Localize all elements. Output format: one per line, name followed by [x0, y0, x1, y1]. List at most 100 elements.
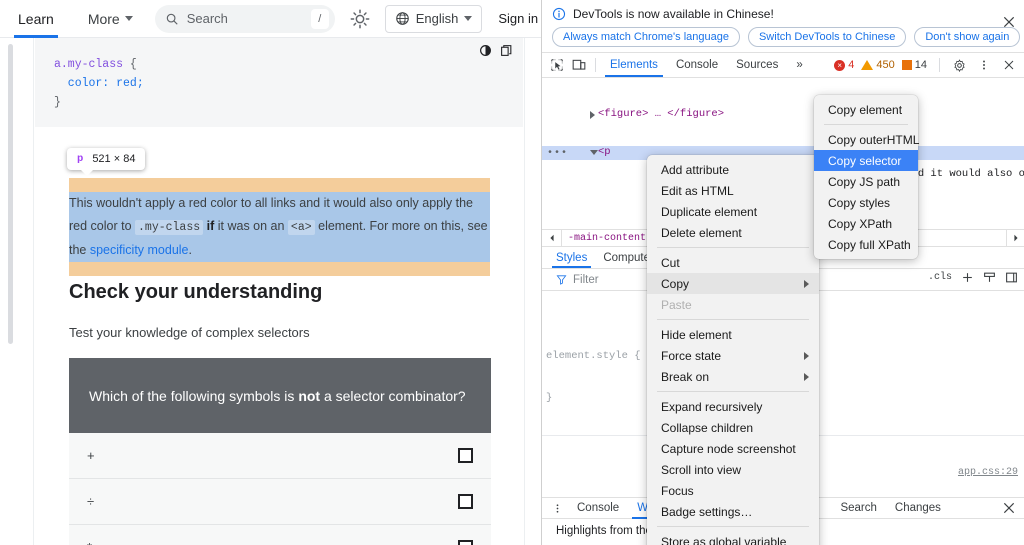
context-menu-item-delete-element[interactable]: Delete element [647, 222, 819, 243]
copy-icon[interactable] [500, 44, 513, 57]
nav-item-more[interactable]: More [88, 11, 133, 27]
collapse-triangle-icon[interactable] [590, 150, 598, 159]
menu-item-label: Delete element [661, 225, 742, 240]
menu-item-label: Force state [661, 348, 722, 363]
context-menu-item-add-attribute[interactable]: Add attribute [647, 159, 819, 180]
info-count[interactable]: 14 [901, 59, 927, 71]
context-menu-item-edit-as-html[interactable]: Edit as HTML [647, 180, 819, 201]
drawer-tab-search[interactable]: Search [831, 498, 885, 519]
close-drawer-icon[interactable] [1002, 501, 1016, 515]
breadcrumb-item[interactable]: -main-content [562, 233, 652, 244]
quiz-option-row[interactable]: + [69, 433, 491, 479]
context-menu-item-store-as-global-variable[interactable]: Store as global variable [647, 531, 819, 545]
tab-sources[interactable]: Sources [727, 53, 787, 77]
context-menu-item-capture-node-screenshot[interactable]: Capture node screenshot [647, 438, 819, 459]
more-options-icon[interactable] [973, 55, 995, 76]
computed-styles-sidebar-icon[interactable] [983, 271, 996, 284]
menu-item-label: Hide element [661, 327, 732, 342]
submenu-item-copy-xpath[interactable]: Copy XPath [814, 213, 918, 234]
dom-tree[interactable]: <figure> … </figure> <h3 id="compound_se… [542, 78, 1024, 163]
context-menu-item-badge-settings[interactable]: Badge settings… [647, 501, 819, 522]
dom-row-more-icon[interactable]: ••• [547, 147, 568, 161]
search-input[interactable]: Search / [154, 4, 335, 33]
dom-node-figure[interactable]: <figure> … </figure> [542, 108, 1024, 122]
banner-button-dont-show[interactable]: Don't show again [914, 27, 1021, 47]
tab-console[interactable]: Console [667, 53, 727, 77]
search-shortcut-key: / [310, 8, 329, 29]
tab-elements[interactable]: Elements [601, 53, 667, 77]
site-top-navigation: Learn More Search / English Sign in [0, 0, 541, 38]
quiz-option-checkbox[interactable] [458, 448, 473, 463]
breadcrumb-scroll-right-icon[interactable] [1006, 230, 1024, 246]
context-menu-item-duplicate-element[interactable]: Duplicate element [647, 201, 819, 222]
banner-button-match-language[interactable]: Always match Chrome's language [552, 27, 740, 47]
context-menu-item-scroll-into-view[interactable]: Scroll into view [647, 459, 819, 480]
close-icon[interactable] [1002, 15, 1016, 29]
quiz-option-row[interactable]: ÷ [69, 479, 491, 525]
language-selector[interactable]: English [384, 4, 483, 33]
highlighted-paragraph: This wouldn't apply a red color to all l… [69, 192, 490, 262]
context-menu-item-paste: Paste [647, 294, 819, 315]
quiz-question-pre: Which of the following symbols is [89, 387, 299, 404]
expand-triangle-icon[interactable] [590, 111, 595, 119]
style-rule-source[interactable]: app.css:29 [958, 466, 1018, 480]
toggle-sidebar-icon[interactable] [1005, 271, 1018, 284]
chevron-double-right-icon: » [796, 59, 803, 71]
quiz-option-label: ÷ [87, 494, 95, 509]
menu-item-label: Badge settings… [661, 504, 753, 519]
context-menu-item-copy[interactable]: Copy [647, 273, 819, 294]
dom-context-menu[interactable]: Add attribute Edit as HTML Duplicate ele… [647, 155, 819, 545]
nav-learn-label: Learn [18, 10, 54, 27]
copy-submenu[interactable]: Copy element Copy outerHTML Copy selecto… [814, 95, 920, 259]
submenu-item-copy-outerhtml[interactable]: Copy outerHTML [814, 129, 920, 150]
inspect-tooltip-tag: p [77, 153, 84, 165]
banner-button-switch-chinese[interactable]: Switch DevTools to Chinese [747, 27, 907, 47]
context-menu-item-focus[interactable]: Focus [647, 480, 819, 501]
submenu-item-copy-js-path[interactable]: Copy JS path [814, 171, 918, 192]
menu-item-label: Paste [661, 297, 692, 312]
context-menu-item-expand-recursively[interactable]: Expand recursively [647, 396, 819, 417]
info-icon [552, 7, 566, 21]
drawer-more-options-icon[interactable] [546, 498, 568, 519]
nav-item-learn[interactable]: Learn [14, 0, 58, 38]
quiz-option-checkbox[interactable] [458, 494, 473, 509]
close-devtools-icon[interactable] [998, 55, 1020, 76]
menu-separator [657, 319, 809, 320]
context-menu-item-cut[interactable]: Cut [647, 252, 819, 273]
submenu-item-copy-styles[interactable]: Copy styles [814, 192, 918, 213]
context-menu-item-hide-element[interactable]: Hide element [647, 324, 819, 345]
drawer-tab-changes[interactable]: Changes [886, 498, 950, 519]
context-menu-item-collapse-children[interactable]: Collapse children [647, 417, 819, 438]
tab-overflow-chevron[interactable]: » [787, 53, 811, 77]
quiz-option-checkbox[interactable] [458, 540, 473, 545]
drawer-tab-console[interactable]: Console [568, 498, 628, 519]
context-menu-item-break-on[interactable]: Break on [647, 366, 819, 387]
menu-item-label: Copy outerHTML [828, 132, 920, 147]
tab-styles[interactable]: Styles [548, 247, 595, 268]
specificity-module-link[interactable]: specificity module [90, 243, 189, 257]
quiz-option-row[interactable]: * [69, 525, 491, 545]
device-toolbar-icon[interactable] [568, 55, 590, 76]
toolbar-divider [939, 58, 940, 72]
dom-node-selected-p[interactable]: <p [590, 146, 611, 160]
context-menu-item-force-state[interactable]: Force state [647, 345, 819, 366]
contrast-icon[interactable] [479, 44, 492, 57]
cls-button[interactable]: .cls [928, 272, 952, 283]
settings-gear-icon[interactable] [948, 55, 970, 76]
page-scrollbar[interactable] [8, 44, 13, 344]
submenu-item-copy-element[interactable]: Copy element [814, 99, 918, 120]
paragraph-code-myclass: .my-class [135, 220, 204, 235]
chevron-down-icon [124, 16, 133, 21]
sign-in-button[interactable]: Sign in [498, 11, 538, 26]
code-open-brace: { [123, 58, 137, 71]
submenu-item-copy-full-xpath[interactable]: Copy full XPath [814, 234, 918, 255]
breadcrumb-scroll-left-icon[interactable] [542, 230, 562, 246]
warning-count[interactable]: 450 [861, 59, 895, 71]
menu-separator [824, 124, 908, 125]
theme-toggle-sun-icon[interactable] [349, 8, 371, 30]
new-style-rule-icon[interactable] [961, 271, 974, 284]
inspect-element-icon[interactable] [546, 55, 568, 76]
menu-item-label: Copy JS path [828, 174, 901, 189]
submenu-item-copy-selector[interactable]: Copy selector [814, 150, 918, 171]
error-count[interactable]: × 4 [834, 59, 854, 71]
